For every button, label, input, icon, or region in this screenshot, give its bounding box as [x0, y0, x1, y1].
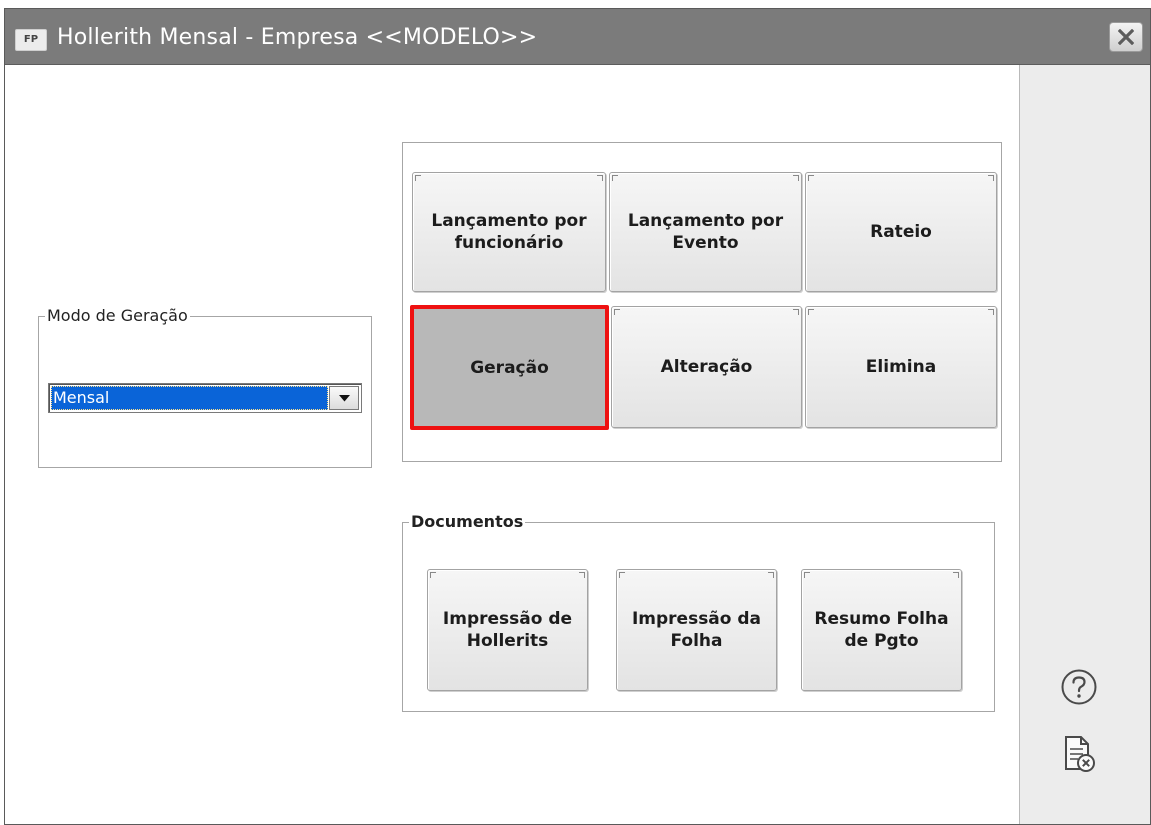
window-content: Modo de Geração Mensal Lançamento por fu…	[5, 65, 1150, 824]
modo-geracao-value: Mensal	[51, 386, 328, 410]
title-bar: FP Hollerith Mensal - Empresa <<MODELO>>	[5, 9, 1150, 65]
close-document-button[interactable]	[1063, 735, 1097, 779]
rateio-button[interactable]: Rateio	[805, 172, 997, 292]
window-close-button[interactable]	[1109, 22, 1143, 52]
window-title: Hollerith Mensal - Empresa <<MODELO>>	[57, 25, 538, 50]
geracao-button[interactable]: Geração	[410, 305, 609, 430]
impressao-hollerits-button[interactable]: Impressão de Hollerits	[427, 569, 588, 691]
alteracao-button[interactable]: Alteração	[611, 306, 802, 428]
main-window: FP Hollerith Mensal - Empresa <<MODELO>>…	[4, 8, 1151, 825]
modo-geracao-group: Modo de Geração Mensal	[38, 307, 372, 468]
modo-geracao-select[interactable]: Mensal	[48, 383, 362, 413]
help-button[interactable]	[1060, 668, 1098, 710]
help-icon	[1061, 669, 1097, 705]
close-icon	[1118, 29, 1134, 45]
lancamento-por-funcionario-button[interactable]: Lançamento por funcionário	[412, 172, 606, 292]
actions-panel: Lançamento por funcionário Lançamento po…	[402, 142, 1002, 462]
documentos-group: Documentos Impressão de Hollerits Impres…	[402, 513, 995, 712]
document-close-icon	[1065, 736, 1095, 772]
dropdown-arrow-button[interactable]	[329, 386, 359, 410]
elimina-button[interactable]: Elimina	[805, 306, 997, 428]
impressao-folha-button[interactable]: Impressão da Folha	[616, 569, 777, 691]
resumo-folha-pgto-button[interactable]: Resumo Folha de Pgto	[801, 569, 962, 691]
lancamento-por-evento-button[interactable]: Lançamento por Evento	[609, 172, 802, 292]
modo-geracao-legend: Modo de Geração	[47, 306, 188, 325]
side-panel	[1019, 65, 1150, 824]
chevron-down-icon	[339, 395, 350, 402]
documentos-legend: Documentos	[411, 512, 524, 531]
app-badge-icon: FP	[15, 29, 47, 51]
